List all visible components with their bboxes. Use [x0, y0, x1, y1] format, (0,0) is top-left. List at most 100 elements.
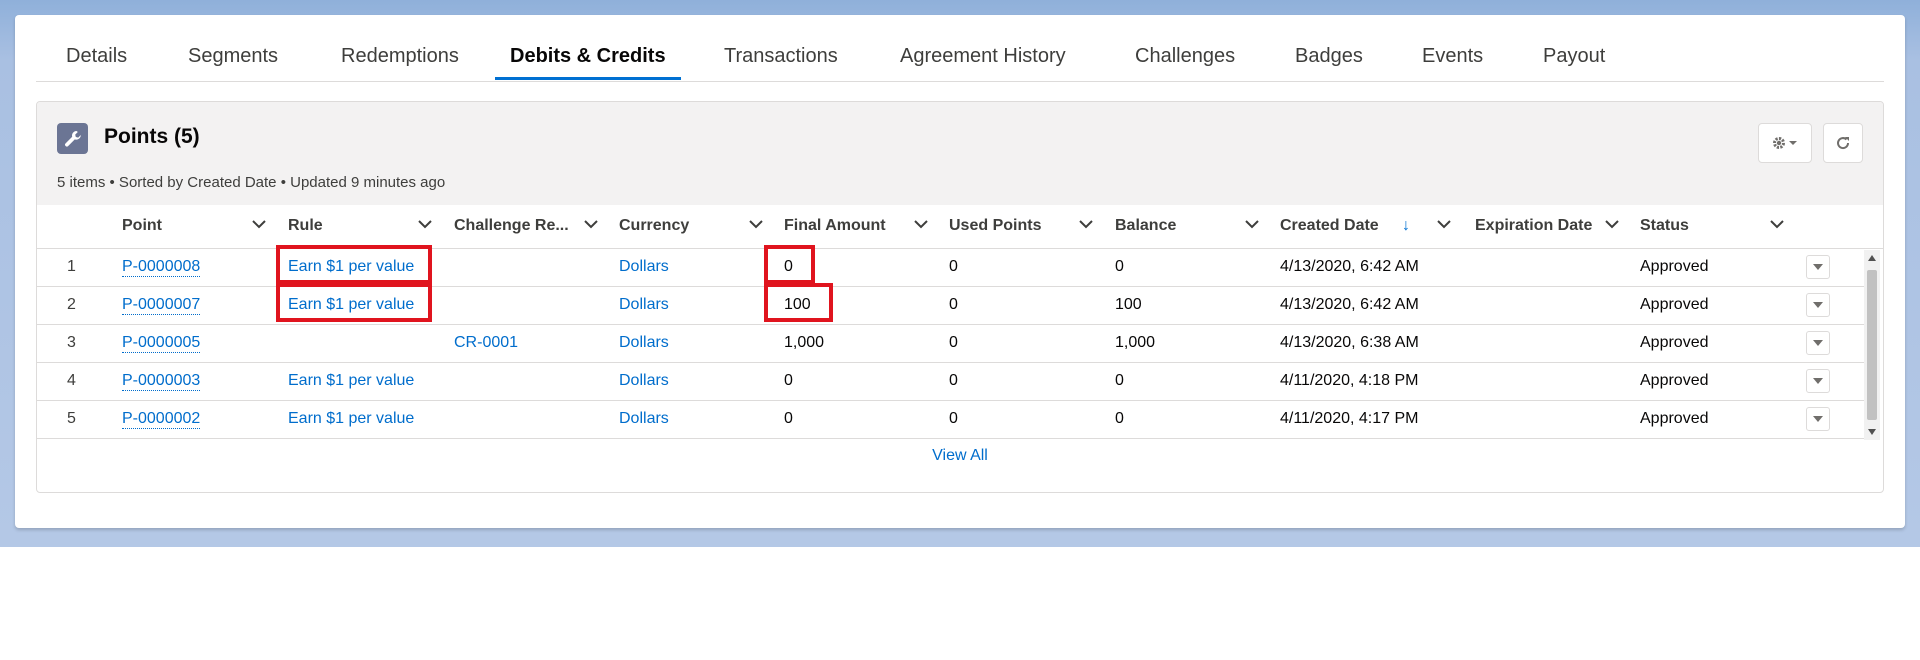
currency-link[interactable]: Dollars: [619, 372, 669, 390]
record-tabs-card: Details Segments Redemptions Debits & Cr…: [15, 15, 1905, 528]
challenge-link[interactable]: CR-0001: [454, 334, 518, 352]
chevron-down-icon[interactable]: [416, 215, 434, 233]
caret-down-icon: [1813, 416, 1823, 422]
point-link[interactable]: P-0000003: [122, 372, 201, 391]
used-points-cell: 0: [949, 258, 958, 275]
refresh-button[interactable]: [1823, 123, 1863, 163]
currency-link[interactable]: Dollars: [619, 410, 669, 428]
refresh-icon: [1837, 137, 1850, 150]
row-number: 5: [67, 410, 76, 427]
table-row: 5 P-0000002 Earn $1 per value Dollars 0 …: [37, 401, 1873, 439]
tab-redemptions[interactable]: Redemptions: [341, 45, 459, 68]
chevron-down-icon[interactable]: [250, 215, 268, 233]
wrench-icon: [57, 123, 88, 154]
used-points-cell: 0: [949, 372, 958, 389]
rule-link[interactable]: Earn $1 per value: [288, 410, 414, 428]
tab-events[interactable]: Events: [1422, 45, 1483, 68]
column-balance[interactable]: Balance: [1115, 217, 1176, 235]
status-cell: Approved: [1640, 372, 1709, 389]
chevron-down-icon[interactable]: [747, 215, 765, 233]
chevron-down-icon[interactable]: [1768, 215, 1786, 233]
row-number: 1: [67, 258, 76, 275]
row-actions-button[interactable]: [1806, 407, 1830, 431]
row-actions-button[interactable]: [1806, 331, 1830, 355]
table-header: Point Rule Challenge Re... Currency Fina…: [37, 205, 1883, 249]
related-list-title[interactable]: Points (5): [104, 125, 200, 149]
column-final-amount[interactable]: Final Amount: [784, 217, 886, 235]
scrollbar-thumb[interactable]: [1867, 270, 1877, 420]
table-row: 1 P-0000008 Earn $1 per value Dollars 0 …: [37, 249, 1873, 287]
status-cell: Approved: [1640, 410, 1709, 427]
currency-link[interactable]: Dollars: [619, 296, 669, 314]
tab-bar: Details Segments Redemptions Debits & Cr…: [36, 15, 1884, 82]
chevron-down-icon[interactable]: [912, 215, 930, 233]
row-actions-button[interactable]: [1806, 369, 1830, 393]
column-used-points[interactable]: Used Points: [949, 217, 1041, 235]
balance-cell: 1,000: [1115, 334, 1156, 351]
row-number: 4: [67, 372, 76, 389]
chevron-down-icon[interactable]: [582, 215, 600, 233]
caret-down-icon: [1813, 378, 1823, 384]
balance-cell: 100: [1115, 296, 1142, 313]
caret-down-icon: [1813, 264, 1823, 270]
rule-link[interactable]: Earn $1 per value: [288, 258, 414, 276]
balance-cell: 0: [1115, 258, 1124, 275]
list-settings-button[interactable]: [1758, 123, 1812, 163]
final-amount-cell: 0: [784, 410, 793, 427]
final-amount-cell: 1,000: [784, 334, 825, 351]
created-date-cell: 4/13/2020, 6:38 AM: [1280, 334, 1419, 351]
row-actions-button[interactable]: [1806, 293, 1830, 317]
column-point[interactable]: Point: [122, 217, 162, 235]
scroll-down-icon[interactable]: [1867, 427, 1877, 437]
row-number: 2: [67, 296, 76, 313]
final-amount-cell: 0: [784, 258, 793, 275]
gear-icon: [1773, 137, 1797, 149]
rule-link[interactable]: Earn $1 per value: [288, 372, 414, 390]
column-created-date[interactable]: Created Date: [1280, 217, 1379, 235]
table-row: 2 P-0000007 Earn $1 per value Dollars 10…: [37, 287, 1873, 325]
sort-arrow-icon: ↓: [1402, 217, 1410, 234]
chevron-down-icon[interactable]: [1435, 215, 1453, 233]
column-rule[interactable]: Rule: [288, 217, 323, 235]
rule-link[interactable]: Earn $1 per value: [288, 296, 414, 314]
point-link[interactable]: P-0000008: [122, 258, 201, 277]
used-points-cell: 0: [949, 296, 958, 313]
point-link[interactable]: P-0000007: [122, 296, 201, 315]
view-all-link[interactable]: View All: [37, 447, 1883, 465]
chevron-down-icon[interactable]: [1077, 215, 1095, 233]
tab-segments[interactable]: Segments: [188, 45, 278, 68]
tab-details[interactable]: Details: [66, 45, 127, 68]
balance-cell: 0: [1115, 410, 1124, 427]
point-link[interactable]: P-0000002: [122, 410, 201, 429]
active-tab-indicator: [495, 77, 681, 80]
column-status[interactable]: Status: [1640, 217, 1689, 235]
chevron-down-icon[interactable]: [1243, 215, 1261, 233]
caret-down-icon: [1813, 302, 1823, 308]
currency-link[interactable]: Dollars: [619, 334, 669, 352]
chevron-down-icon[interactable]: [1603, 215, 1621, 233]
point-link[interactable]: P-0000005: [122, 334, 201, 353]
tab-payout[interactable]: Payout: [1543, 45, 1605, 68]
tab-agreement-history[interactable]: Agreement History: [900, 45, 1066, 68]
column-challenge[interactable]: Challenge Re...: [454, 217, 569, 235]
points-related-list: Points (5) 5 items • Sorted by Created D…: [36, 101, 1884, 493]
tab-transactions[interactable]: Transactions: [724, 45, 838, 68]
created-date-cell: 4/13/2020, 6:42 AM: [1280, 258, 1419, 275]
scroll-up-icon[interactable]: [1867, 253, 1877, 263]
table-row: 3 P-0000005 CR-0001 Dollars 1,000 0 1,00…: [37, 325, 1873, 363]
tab-debits-credits[interactable]: Debits & Credits: [510, 45, 666, 68]
currency-link[interactable]: Dollars: [619, 258, 669, 276]
table-scrollbar[interactable]: [1864, 250, 1880, 440]
column-expiration-date[interactable]: Expiration Date: [1475, 217, 1592, 235]
created-date-cell: 4/11/2020, 4:17 PM: [1280, 410, 1419, 427]
related-list-meta: 5 items • Sorted by Created Date • Updat…: [57, 174, 446, 191]
status-cell: Approved: [1640, 258, 1709, 275]
used-points-cell: 0: [949, 410, 958, 427]
balance-cell: 0: [1115, 372, 1124, 389]
row-actions-button[interactable]: [1806, 255, 1830, 279]
row-number: 3: [67, 334, 76, 351]
column-currency[interactable]: Currency: [619, 217, 689, 235]
tab-challenges[interactable]: Challenges: [1135, 45, 1235, 68]
tab-badges[interactable]: Badges: [1295, 45, 1363, 68]
caret-down-icon: [1813, 340, 1823, 346]
